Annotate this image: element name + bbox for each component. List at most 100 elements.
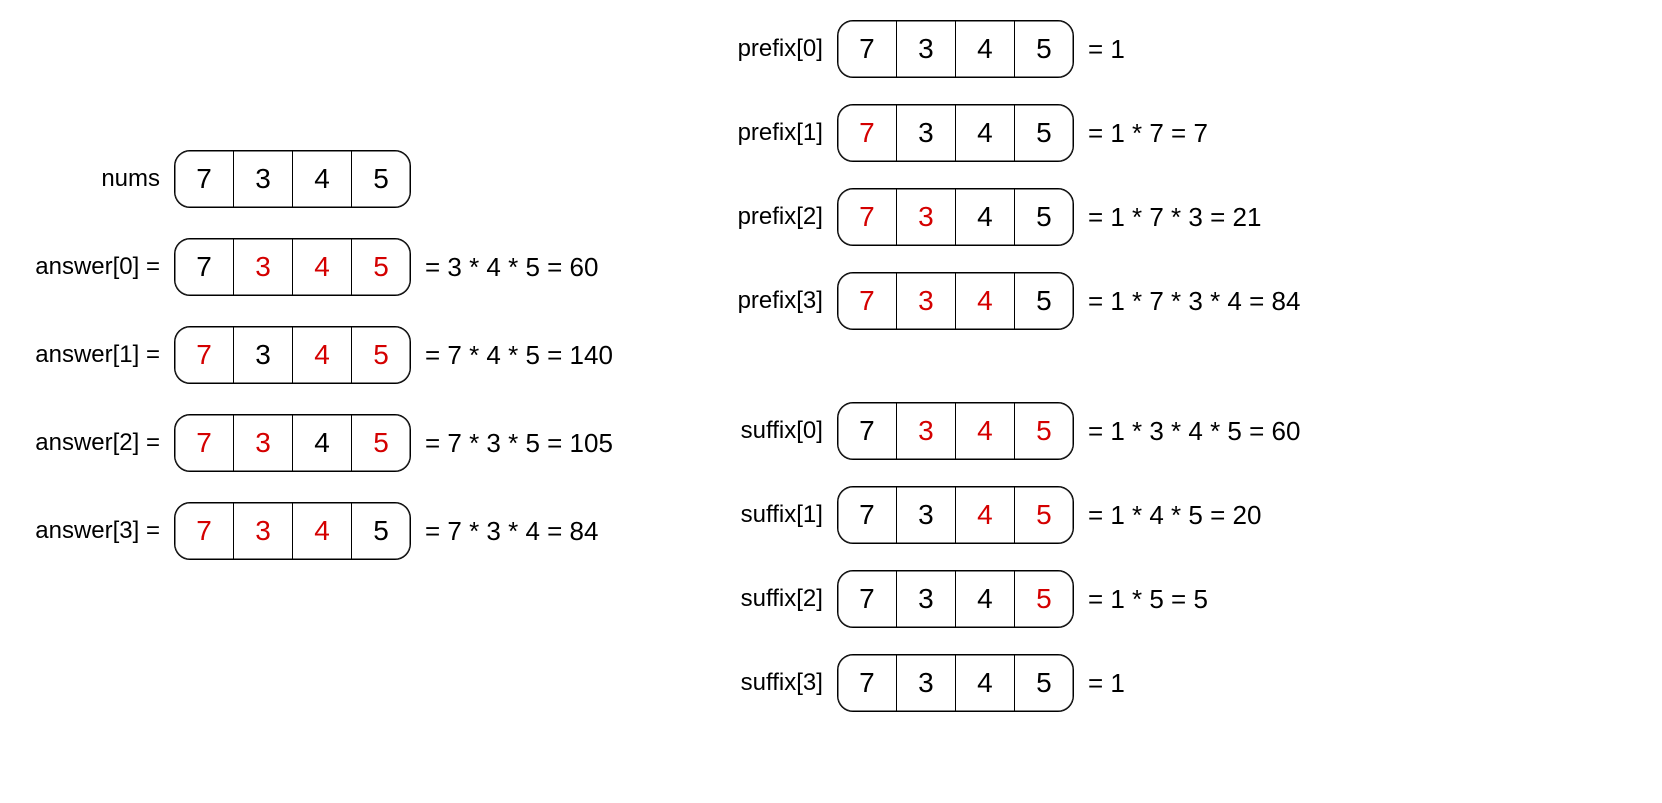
answer-label: answer[1] = (20, 341, 160, 369)
prefix-formula: = 1 * 7 * 3 * 4 = 84 (1088, 286, 1301, 317)
array-cell: 7 (175, 151, 233, 207)
suffix-array: 7 3 4 5 (837, 570, 1074, 628)
array-cell: 7 (175, 239, 233, 295)
array-cell: 4 (955, 21, 1014, 77)
array-cell: 7 (838, 189, 896, 245)
prefix-label: prefix[3] (703, 287, 823, 315)
array-cell: 5 (1014, 655, 1073, 711)
array-cell: 3 (896, 655, 955, 711)
suffix-row: suffix[2] 7 3 4 5 = 1 * 5 = 5 (703, 570, 1301, 628)
suffix-array: 7 3 4 5 (837, 654, 1074, 712)
array-cell: 4 (292, 151, 351, 207)
answer-array: 7 3 4 5 (174, 238, 411, 296)
array-cell: 7 (838, 105, 896, 161)
nums-label: nums (20, 165, 160, 193)
array-cell: 3 (233, 415, 292, 471)
array-cell: 3 (896, 487, 955, 543)
prefix-label: prefix[0] (703, 35, 823, 63)
prefix-formula: = 1 (1088, 34, 1125, 65)
suffix-formula: = 1 (1088, 668, 1125, 699)
array-cell: 4 (955, 571, 1014, 627)
array-cell: 5 (1014, 21, 1073, 77)
suffix-formula: = 1 * 5 = 5 (1088, 584, 1208, 615)
array-cell: 5 (1014, 571, 1073, 627)
right-column: prefix[0] 7 3 4 5 = 1 prefix[1] 7 3 4 5 … (703, 20, 1301, 712)
suffix-formula: = 1 * 4 * 5 = 20 (1088, 500, 1261, 531)
prefix-row: prefix[1] 7 3 4 5 = 1 * 7 = 7 (703, 104, 1301, 162)
array-cell: 3 (233, 239, 292, 295)
array-cell: 4 (955, 105, 1014, 161)
array-cell: 4 (955, 273, 1014, 329)
suffix-array: 7 3 4 5 (837, 486, 1074, 544)
suffix-row: suffix[1] 7 3 4 5 = 1 * 4 * 5 = 20 (703, 486, 1301, 544)
array-cell: 4 (292, 503, 351, 559)
suffix-label: suffix[0] (703, 417, 823, 445)
prefix-array: 7 3 4 5 (837, 188, 1074, 246)
prefix-formula: = 1 * 7 = 7 (1088, 118, 1208, 149)
answer-row: answer[1] = 7 3 4 5 = 7 * 4 * 5 = 140 (20, 326, 613, 384)
array-cell: 7 (175, 503, 233, 559)
array-cell: 3 (896, 273, 955, 329)
array-cell: 7 (838, 487, 896, 543)
prefix-array: 7 3 4 5 (837, 272, 1074, 330)
suffix-row: suffix[0] 7 3 4 5 = 1 * 3 * 4 * 5 = 60 (703, 402, 1301, 460)
prefix-array: 7 3 4 5 (837, 104, 1074, 162)
array-cell: 4 (955, 403, 1014, 459)
array-cell: 5 (1014, 403, 1073, 459)
suffix-label: suffix[3] (703, 669, 823, 697)
array-cell: 3 (896, 21, 955, 77)
array-cell: 5 (351, 327, 410, 383)
suffix-formula: = 1 * 3 * 4 * 5 = 60 (1088, 416, 1301, 447)
prefix-row: prefix[3] 7 3 4 5 = 1 * 7 * 3 * 4 = 84 (703, 272, 1301, 330)
section-gap (703, 356, 1301, 376)
answer-label: answer[0] = (20, 253, 160, 281)
array-cell: 5 (1014, 189, 1073, 245)
answer-array: 7 3 4 5 (174, 414, 411, 472)
answer-label: answer[2] = (20, 429, 160, 457)
array-cell: 5 (351, 503, 410, 559)
suffix-row: suffix[3] 7 3 4 5 = 1 (703, 654, 1301, 712)
array-cell: 3 (233, 503, 292, 559)
answer-formula: = 7 * 4 * 5 = 140 (425, 340, 613, 371)
suffix-array: 7 3 4 5 (837, 402, 1074, 460)
array-cell: 7 (838, 571, 896, 627)
array-cell: 3 (233, 151, 292, 207)
array-cell: 7 (175, 327, 233, 383)
array-cell: 5 (351, 239, 410, 295)
answer-array: 7 3 4 5 (174, 502, 411, 560)
suffix-label: suffix[1] (703, 501, 823, 529)
answer-formula: = 3 * 4 * 5 = 60 (425, 252, 598, 283)
diagram-container: nums 7 3 4 5 answer[0] = 7 3 4 5 = 3 * 4… (20, 20, 1642, 712)
array-cell: 7 (838, 21, 896, 77)
array-cell: 5 (1014, 273, 1073, 329)
array-cell: 4 (292, 327, 351, 383)
array-cell: 5 (1014, 105, 1073, 161)
array-cell: 3 (233, 327, 292, 383)
prefix-row: prefix[2] 7 3 4 5 = 1 * 7 * 3 = 21 (703, 188, 1301, 246)
prefix-label: prefix[1] (703, 119, 823, 147)
prefix-array: 7 3 4 5 (837, 20, 1074, 78)
array-cell: 3 (896, 403, 955, 459)
prefix-row: prefix[0] 7 3 4 5 = 1 (703, 20, 1301, 78)
array-cell: 7 (838, 655, 896, 711)
answer-label: answer[3] = (20, 517, 160, 545)
answer-row: answer[0] = 7 3 4 5 = 3 * 4 * 5 = 60 (20, 238, 613, 296)
prefix-label: prefix[2] (703, 203, 823, 231)
prefix-formula: = 1 * 7 * 3 = 21 (1088, 202, 1261, 233)
array-cell: 3 (896, 105, 955, 161)
array-cell: 7 (838, 273, 896, 329)
array-cell: 4 (292, 415, 351, 471)
answer-formula: = 7 * 3 * 4 = 84 (425, 516, 598, 547)
answer-row: answer[2] = 7 3 4 5 = 7 * 3 * 5 = 105 (20, 414, 613, 472)
nums-row: nums 7 3 4 5 (20, 150, 613, 208)
spacer (20, 20, 613, 120)
array-cell: 7 (838, 403, 896, 459)
answer-row: answer[3] = 7 3 4 5 = 7 * 3 * 4 = 84 (20, 502, 613, 560)
array-cell: 4 (292, 239, 351, 295)
array-cell: 4 (955, 189, 1014, 245)
array-cell: 5 (1014, 487, 1073, 543)
answer-array: 7 3 4 5 (174, 326, 411, 384)
array-cell: 3 (896, 571, 955, 627)
array-cell: 7 (175, 415, 233, 471)
nums-array: 7 3 4 5 (174, 150, 411, 208)
